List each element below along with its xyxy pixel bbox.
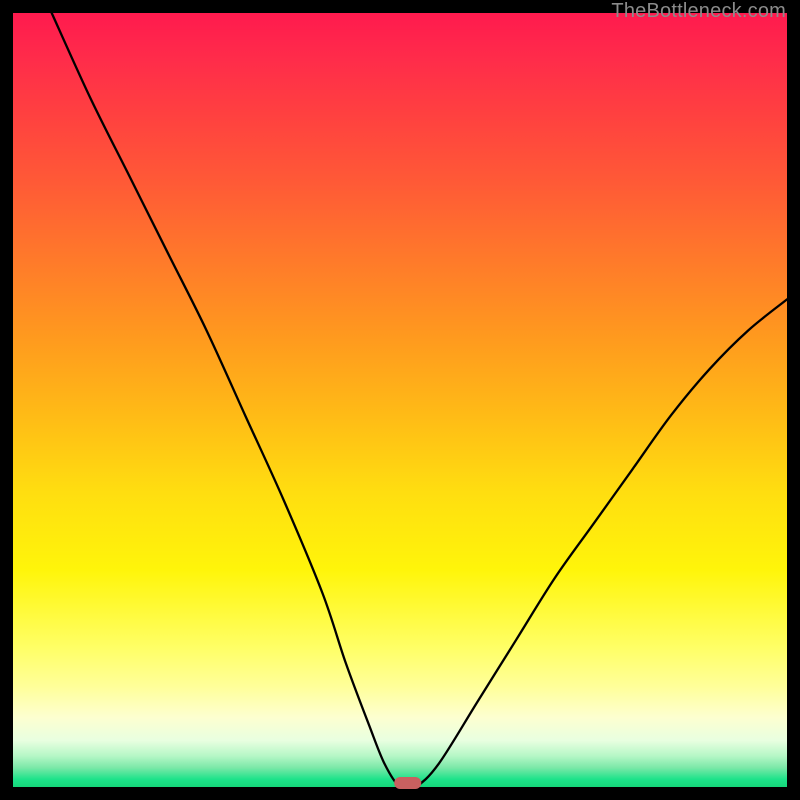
watermark-text: TheBottleneck.com xyxy=(611,0,786,23)
flat-minimum-marker xyxy=(394,777,421,789)
bottleneck-curve xyxy=(52,13,787,790)
chart-stage: TheBottleneck.com xyxy=(0,0,800,800)
plot-area xyxy=(13,13,787,787)
chart-svg xyxy=(13,13,787,787)
